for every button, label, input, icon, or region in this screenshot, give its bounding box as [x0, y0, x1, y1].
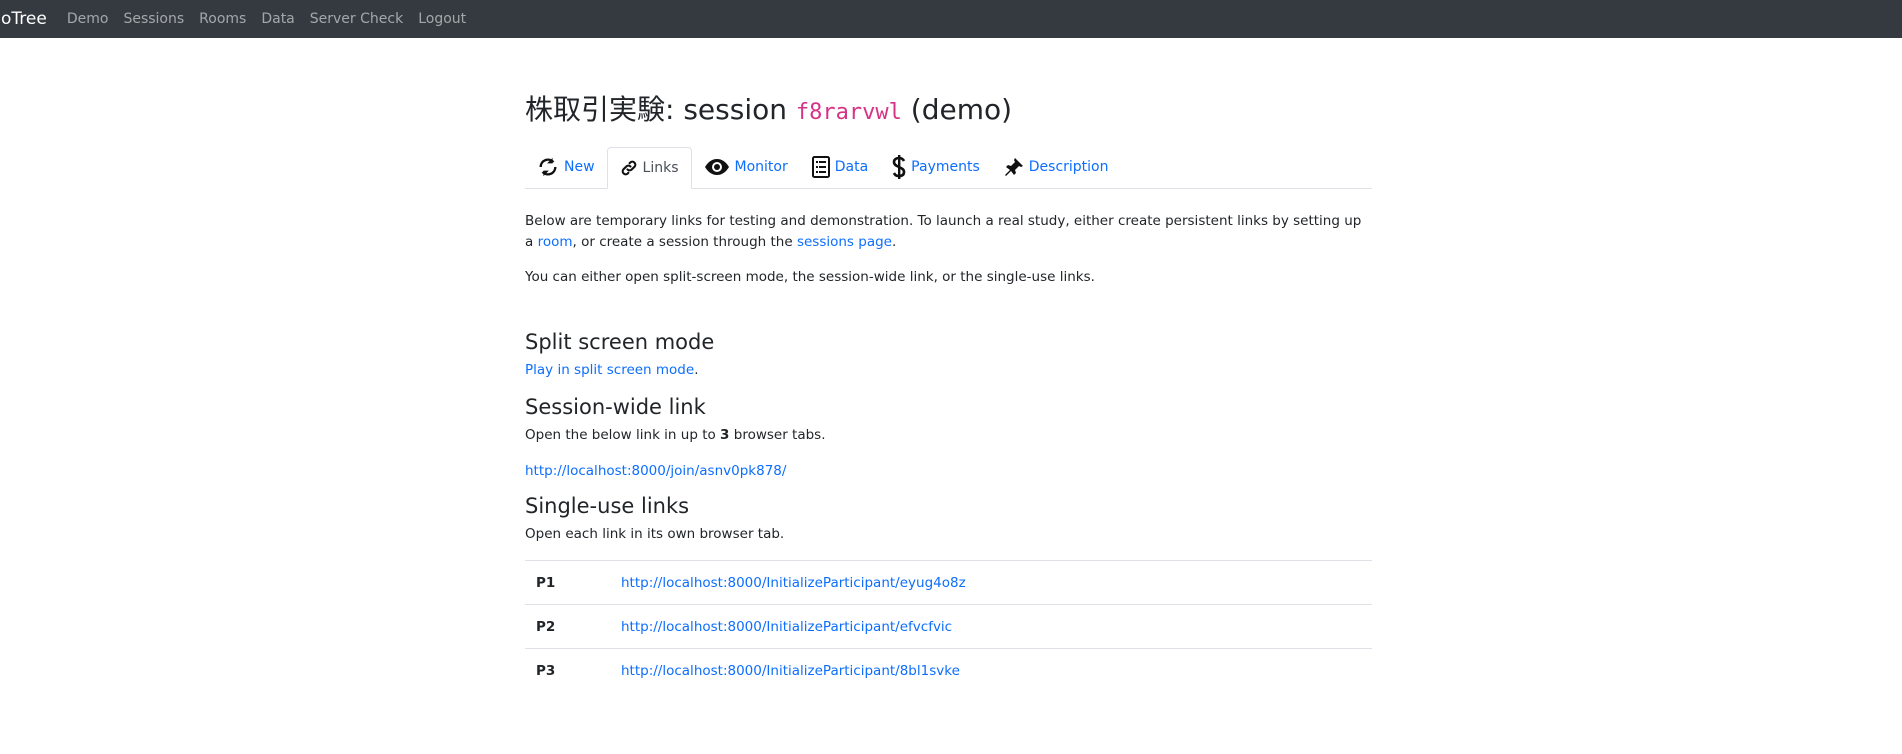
sessions-page-link[interactable]: sessions page [797, 234, 892, 250]
tab-description[interactable]: Description [992, 147, 1121, 187]
session-wide-instructions: Open the below link in up to 3 browser t… [525, 425, 1372, 446]
session-wide-text-before: Open the below link in up to [525, 427, 721, 443]
participant-label: P2 [525, 604, 610, 649]
title-prefix: 株取引実験: session [525, 93, 787, 126]
participant-link-cell: http://localhost:8000/InitializeParticip… [610, 648, 1372, 692]
participant-link[interactable]: http://localhost:8000/InitializeParticip… [621, 575, 966, 591]
tab-data[interactable]: Data [800, 147, 880, 187]
session-wide-heading: Session-wide link [525, 395, 706, 419]
session-wide-url-paragraph: http://localhost:8000/join/asnv0pk878/ [525, 461, 1372, 482]
room-link[interactable]: room [538, 234, 573, 250]
table-row: P2 http://localhost:8000/InitializeParti… [525, 604, 1372, 649]
single-use-instructions: Open each link in its own browser tab. [525, 526, 785, 542]
nav-link-data[interactable]: Data [261, 11, 294, 27]
participant-link-cell: http://localhost:8000/InitializeParticip… [610, 560, 1372, 605]
participant-label: P3 [525, 648, 610, 692]
tab-links[interactable]: Links [606, 147, 692, 189]
single-use-links-table: P1 http://localhost:8000/InitializeParti… [525, 560, 1372, 692]
pin-icon [1004, 158, 1023, 176]
participant-link[interactable]: http://localhost:8000/InitializeParticip… [621, 619, 952, 635]
top-navbar: oTree Demo Sessions Rooms Data Server Ch… [0, 0, 1902, 38]
nav-link-rooms[interactable]: Rooms [199, 11, 246, 27]
intro-text-2: , or create a session through the [572, 234, 797, 250]
brand-logo[interactable]: oTree [1, 9, 47, 29]
link-icon [621, 160, 636, 176]
main-content: 株取引実験: session f8rarvwl (demo) New Links… [525, 90, 1372, 692]
tab-payments-label: Payments [911, 159, 980, 175]
participant-link[interactable]: http://localhost:8000/InitializeParticip… [621, 663, 960, 679]
single-use-heading: Single-use links [525, 494, 690, 518]
split-screen-period: . [694, 362, 699, 378]
split-screen-heading: Split screen mode [525, 330, 715, 354]
tab-monitor-label: Monitor [734, 159, 788, 175]
tab-new[interactable]: New [525, 147, 607, 187]
table-row: P1 http://localhost:8000/InitializeParti… [525, 560, 1372, 605]
intro-text-3: . [891, 234, 897, 250]
table-row: P3 http://localhost:8000/InitializeParti… [525, 648, 1372, 692]
dollar-icon [892, 155, 906, 179]
tab-new-label: New [564, 159, 595, 175]
nav-link-logout[interactable]: Logout [418, 11, 466, 27]
participant-label: P1 [525, 560, 610, 605]
tab-monitor[interactable]: Monitor [692, 147, 800, 187]
tab-links-label: Links [642, 160, 679, 176]
refresh-icon [539, 157, 557, 177]
tab-data-label: Data [834, 159, 869, 175]
page-title: 株取引実験: session f8rarvwl (demo) [525, 90, 1372, 133]
split-screen-link[interactable]: Play in split screen mode [525, 362, 694, 378]
session-wide-text-after: browser tabs. [729, 427, 826, 443]
split-screen-paragraph: Play in split screen mode. [525, 360, 1372, 381]
session-tabs: New Links Monitor Data Payments Descript… [525, 147, 1372, 189]
session-code: f8rarvwl [795, 100, 902, 125]
title-suffix: (demo) [910, 93, 1013, 126]
intro-options-text: You can either open split-screen mode, t… [525, 269, 1095, 285]
participant-link-cell: http://localhost:8000/InitializeParticip… [610, 604, 1372, 649]
tab-payments[interactable]: Payments [880, 147, 992, 187]
eye-icon [704, 159, 729, 175]
nav-link-sessions[interactable]: Sessions [123, 11, 184, 27]
session-wide-url[interactable]: http://localhost:8000/join/asnv0pk878/ [525, 463, 786, 479]
tab-description-label: Description [1028, 159, 1109, 175]
intro-paragraph: Below are temporary links for testing an… [525, 211, 1372, 253]
nav-link-demo[interactable]: Demo [67, 11, 109, 27]
nav-link-server-check[interactable]: Server Check [310, 11, 403, 27]
list-icon [811, 156, 830, 178]
